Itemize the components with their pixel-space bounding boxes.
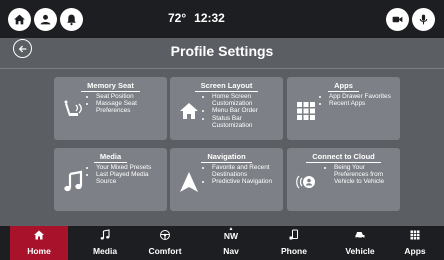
home-icon (34, 230, 44, 240)
list-item: Last Played Media Source (96, 171, 167, 185)
clock: 12:32 (194, 11, 225, 25)
home-icon (177, 99, 201, 123)
list-item: Home Screen Customization (212, 93, 283, 107)
tile-media[interactable]: Media Your Mixed Presets Last Played Med… (54, 148, 167, 211)
home-shortcut-button[interactable] (8, 8, 31, 31)
list-item: App Drawer Favorites (329, 93, 391, 100)
steering-wheel-icon (160, 230, 170, 240)
grid-icon (294, 99, 318, 123)
bottom-nav-bar: Home Media Comfort ▲ NW Nav Phone Vehicl… (0, 226, 444, 260)
nav-media[interactable]: Media (76, 226, 134, 260)
microphone-icon (419, 14, 428, 25)
nav-label: Phone (281, 246, 307, 256)
header-divider (0, 68, 444, 69)
cloud-profile-icon (294, 170, 318, 194)
compass-icon: ▲ NW (223, 226, 239, 241)
nav-home[interactable]: Home (10, 226, 68, 260)
nav-vehicle[interactable]: Vehicle (331, 226, 389, 260)
list-item: Your Mixed Presets (96, 164, 167, 171)
tile-title: Memory Seat (81, 81, 140, 92)
list-item: Predictive Navigation (212, 178, 283, 185)
profile-button[interactable] (34, 8, 57, 31)
video-camera-icon (392, 16, 403, 23)
nav-label: Apps (404, 246, 426, 256)
list-item: Favorite and Recent Destinations (212, 164, 283, 178)
list-item: Recent Apps (329, 100, 391, 107)
phone-icon (289, 229, 298, 240)
list-item: Status Bar Customization (212, 115, 283, 129)
tile-screen-layout[interactable]: Screen Layout Home Screen Customization … (170, 77, 283, 140)
tile-navigation[interactable]: Navigation Favorite and Recent Destinati… (170, 148, 283, 211)
nav-phone[interactable]: Phone (265, 226, 323, 260)
nav-label: Comfort (148, 246, 182, 256)
seat-icon (61, 99, 85, 123)
music-note-icon (100, 229, 110, 240)
nav-label: Nav (223, 246, 239, 256)
nav-apps[interactable]: Apps (386, 226, 444, 260)
home-icon (14, 14, 25, 25)
list-item: Seat Position (96, 93, 167, 100)
status-readout: 72° 12:32 (168, 11, 225, 25)
list-item: Massage Seat Preferences (96, 100, 167, 114)
cloud-description: Being Your Preferences from Vehicle to V… (334, 164, 394, 186)
tile-apps[interactable]: Apps App Drawer Favorites Recent Apps (287, 77, 400, 140)
car-icon (355, 232, 365, 239)
grid-icon (410, 230, 420, 240)
nav-label: Media (92, 246, 118, 256)
bell-icon (67, 14, 76, 26)
list-item: Menu Bar Order (212, 107, 283, 114)
page-title: Profile Settings (170, 43, 274, 59)
navigation-arrow-icon (177, 170, 201, 194)
tile-title: Apps (328, 81, 359, 92)
voice-button[interactable] (412, 8, 435, 31)
tile-connect-to-cloud[interactable]: Connect to Cloud Being Your Preferences … (287, 148, 400, 211)
nav-nav[interactable]: ▲ NW Nav (202, 226, 260, 260)
tile-title: Media (93, 152, 128, 163)
temperature-readout: 72° (168, 11, 187, 25)
user-icon (40, 14, 51, 25)
tile-title: Navigation (201, 152, 252, 163)
tile-title: Screen Layout (194, 81, 259, 92)
music-note-icon (61, 170, 85, 194)
nav-label: Vehicle (345, 246, 375, 256)
tile-memory-seat[interactable]: Memory Seat Seat Position Massage Seat P… (54, 77, 167, 140)
heading-indicator: NW (223, 231, 239, 241)
top-status-bar: 72° 12:32 (0, 0, 444, 38)
tile-title: Connect to Cloud (306, 152, 381, 163)
notifications-button[interactable] (60, 8, 83, 31)
nav-comfort[interactable]: Comfort (136, 226, 194, 260)
nav-label: Home (27, 246, 51, 256)
camera-button[interactable] (386, 8, 409, 31)
